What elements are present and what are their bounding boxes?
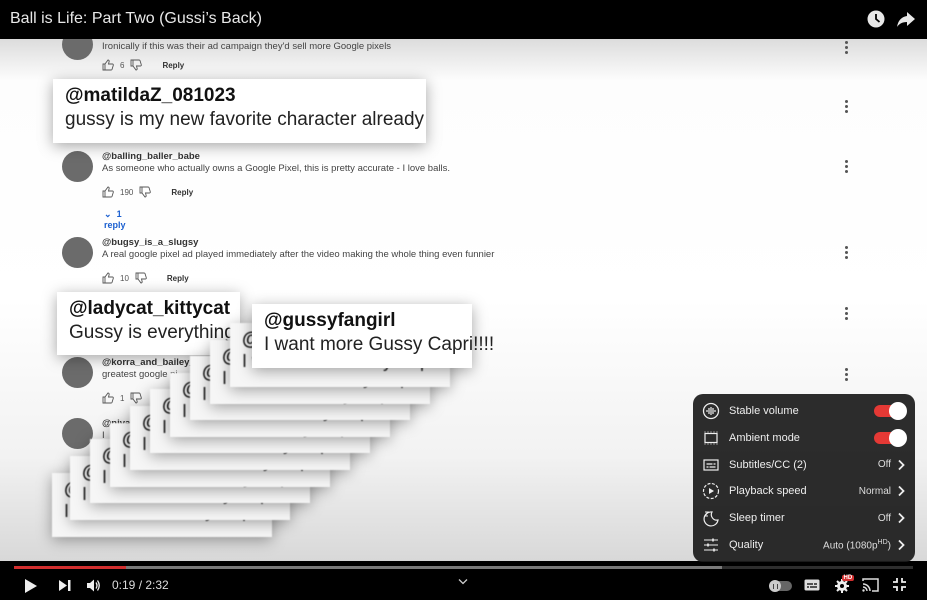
settings-value: Normal [858, 485, 891, 497]
highlighted-comment-card: @matildaZ_081023 gussy is my new favorit… [53, 79, 426, 143]
subtitles-icon[interactable] [804, 579, 820, 591]
watch-later-icon[interactable] [866, 9, 886, 29]
player-controls: 0:19 / 2:32 HD [0, 561, 927, 600]
avatar [62, 418, 93, 449]
like-icon[interactable] [102, 186, 114, 198]
hd-badge: HD [842, 575, 854, 581]
comment-username: @bugsy_is_a_slugsy [102, 237, 199, 248]
progress-bar[interactable] [14, 566, 913, 569]
sleep-timer-icon [703, 511, 719, 527]
like-icon[interactable] [102, 59, 114, 71]
card-text: Gussy is everything [69, 322, 235, 343]
comment-text: Ironically if this was their ad campaign… [102, 41, 392, 52]
settings-label: Quality [729, 538, 764, 551]
dislike-icon[interactable] [130, 59, 143, 71]
dislike-icon[interactable] [135, 272, 147, 284]
like-icon[interactable] [102, 272, 114, 284]
settings-menu: Stable volume Ambient mode Subtitles/CC … [693, 394, 915, 562]
like-icon[interactable] [102, 392, 114, 404]
autoplay-toggle[interactable] [769, 580, 792, 592]
chevron-down-icon: ⌄ [104, 209, 112, 219]
settings-label: Playback speed [729, 485, 807, 498]
settings-label: Stable volume [729, 405, 799, 418]
reply-button[interactable]: Reply [167, 274, 189, 283]
settings-item-ambient-mode[interactable]: Ambient mode [693, 425, 915, 452]
comment-menu-icon[interactable] [845, 41, 849, 56]
settings-value: Off [877, 459, 891, 471]
settings-label: Ambient mode [729, 432, 800, 445]
chevron-down-icon[interactable] [458, 578, 468, 585]
settings-item-stable-volume[interactable]: Stable volume [693, 398, 915, 425]
comment-menu-icon[interactable] [845, 307, 849, 322]
card-username: @matildaZ_081023 [65, 85, 236, 106]
settings-value: Off [877, 512, 891, 524]
chevron-right-icon [898, 539, 905, 550]
avatar [62, 151, 93, 182]
dislike-icon[interactable] [139, 186, 152, 198]
comment-menu-icon[interactable] [845, 246, 849, 261]
playback-speed-icon [702, 483, 720, 500]
card-text: gussy is my new favorite character alrea… [65, 109, 425, 130]
highlighted-comment-card: @gussyfangirl I want more Gussy Capri!!!… [252, 304, 495, 368]
comment-menu-icon[interactable] [845, 368, 849, 383]
settings-label: Sleep timer [729, 512, 785, 525]
ambient-mode-icon [704, 431, 718, 445]
like-count: 10 [120, 273, 129, 283]
settings-item-sleep-timer[interactable]: Sleep timer Off [693, 505, 915, 532]
settings-label: Subtitles/CC (2) [729, 458, 807, 471]
ambient-mode-toggle[interactable] [874, 429, 907, 448]
top-bar: Ball is Life: Part Two (Gussi’s Back) [0, 0, 927, 39]
view-replies-button[interactable]: ⌄ 1 reply [104, 209, 126, 230]
settings-item-subtitles[interactable]: Subtitles/CC (2) Off [693, 451, 915, 478]
next-icon[interactable] [58, 579, 72, 592]
chevron-right-icon [898, 459, 905, 470]
card-username: @gussyfangirl [264, 310, 396, 331]
avatar [62, 237, 93, 268]
stable-volume-icon [702, 403, 720, 420]
like-count: 1 [120, 393, 125, 403]
card-username: @ladycat_kittycat [69, 298, 231, 319]
cast-icon[interactable] [862, 577, 879, 592]
comment-text: As someone who actually owns a Google Pi… [102, 163, 450, 174]
reply-button[interactable]: Reply [162, 61, 184, 70]
video-title: Ball is Life: Part Two (Gussi’s Back) [10, 10, 262, 27]
settings-value: Auto (1080pHD) [823, 538, 891, 551]
avatar [62, 357, 93, 388]
exit-fullscreen-icon[interactable] [892, 577, 907, 592]
comment-menu-icon[interactable] [845, 160, 849, 175]
comment-username: @balling_baller_babe [102, 151, 200, 162]
play-icon[interactable] [24, 578, 38, 594]
stable-volume-toggle[interactable] [874, 402, 907, 421]
reply-button[interactable]: Reply [171, 188, 193, 197]
card-text: I want more Gussy Capri!!!! [264, 334, 495, 355]
volume-icon[interactable] [86, 578, 102, 593]
subtitles-icon [703, 459, 719, 471]
like-count: 6 [120, 60, 125, 70]
settings-button[interactable]: HD [834, 575, 854, 593]
progress-played [14, 566, 127, 569]
settings-item-quality[interactable]: Quality Auto (1080pHD) [693, 531, 915, 558]
comment-username: @korra_and_bailey_t [102, 357, 198, 368]
settings-item-playback-speed[interactable]: Playback speed Normal [693, 478, 915, 505]
chevron-right-icon [898, 486, 905, 497]
comment-text: greatest google pi [102, 369, 178, 380]
quality-icon [704, 538, 718, 552]
avatar [62, 39, 93, 60]
share-icon[interactable] [896, 9, 916, 29]
comment-text: A real google pixel ad played immediatel… [102, 249, 495, 260]
time-display: 0:19 / 2:32 [112, 578, 169, 592]
comment-menu-icon[interactable] [845, 100, 849, 115]
like-count: 190 [120, 187, 134, 197]
pause-icon [769, 580, 781, 592]
dislike-icon[interactable] [130, 392, 143, 404]
chevron-right-icon [898, 512, 905, 524]
